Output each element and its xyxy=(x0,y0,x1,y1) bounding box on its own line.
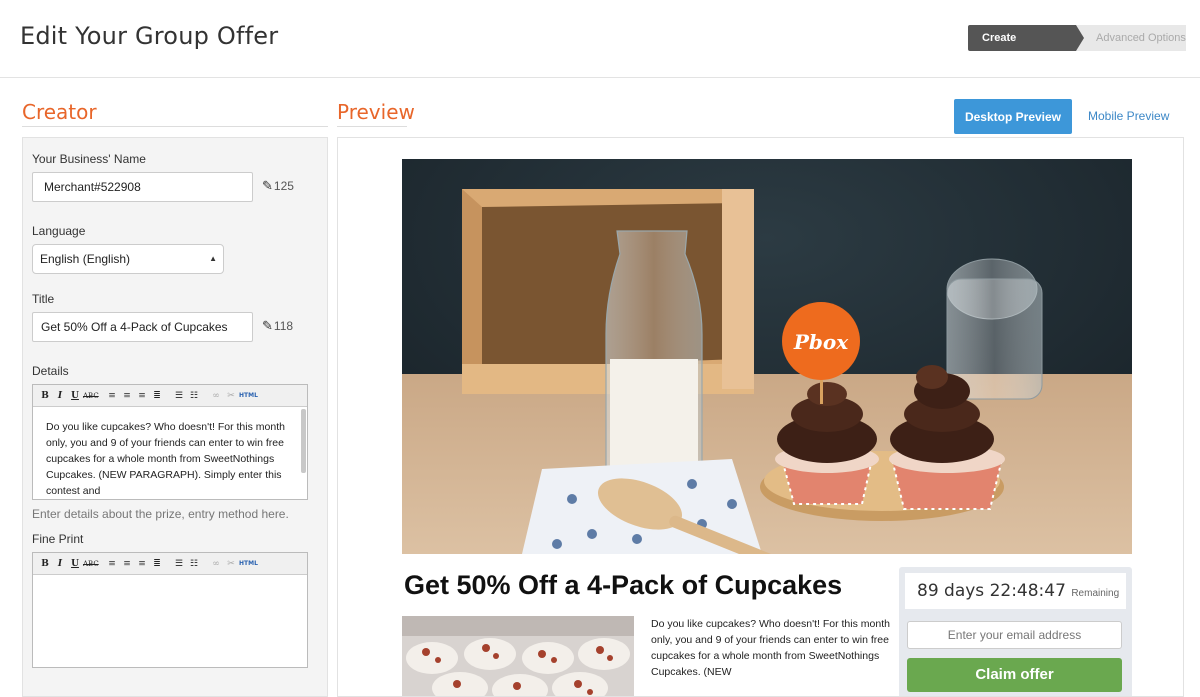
cupcakes-thumbnail-photo xyxy=(402,616,634,696)
numbered-list-icon[interactable]: ☷ xyxy=(187,556,201,572)
link-icon[interactable]: ∞ xyxy=(209,556,223,572)
claim-offer-button[interactable]: Claim offer xyxy=(907,658,1122,692)
fine-print-text[interactable] xyxy=(33,575,307,587)
creator-heading: Creator xyxy=(22,100,97,124)
bold-icon[interactable]: B xyxy=(38,556,52,572)
creator-divider xyxy=(22,126,328,127)
step-create-campaign[interactable]: Create Campaign xyxy=(968,25,1084,70)
toolbar-separator xyxy=(98,388,104,404)
underline-icon[interactable]: U xyxy=(68,556,82,572)
details-hint: Enter details about the prize, entry met… xyxy=(32,507,289,521)
toolbar-separator xyxy=(165,388,171,404)
select-arrows-icon: ▲ xyxy=(209,254,217,263)
fine-print-label: Fine Print xyxy=(32,532,84,546)
strikethrough-icon[interactable]: ABC xyxy=(83,388,99,404)
unlink-icon[interactable]: ✂ xyxy=(224,388,238,404)
html-icon[interactable]: HTML xyxy=(239,556,258,572)
step-advanced-options[interactable]: Advanced Options xyxy=(1076,25,1186,51)
fine-print-editor[interactable]: B I U ABC ≡ ≡ ≡ ≣ ☰ ☷ ∞ ✂ HTML xyxy=(32,552,308,668)
cupcakes-photo: Pbox xyxy=(402,159,1132,554)
toolbar-separator xyxy=(165,556,171,572)
align-right-icon[interactable]: ≡ xyxy=(135,556,149,572)
wizard-steps: Create Campaign Advanced Options xyxy=(968,25,1186,70)
language-label: Language xyxy=(32,224,86,238)
details-scrollbar[interactable] xyxy=(301,409,306,473)
pbox-badge-text: Pbox xyxy=(793,330,849,354)
page-title: Edit Your Group Offer xyxy=(20,22,279,50)
strikethrough-icon[interactable]: ABC xyxy=(83,556,99,572)
toolbar-separator xyxy=(202,556,208,572)
business-name-input[interactable]: Merchant#522908 xyxy=(32,172,253,202)
hero-image: Pbox xyxy=(402,159,1132,554)
offer-description: Do you like cupcakes? Who doesn't! For t… xyxy=(651,618,890,678)
offer-title: Get 50% Off a 4-Pack of Cupcakes xyxy=(404,570,843,600)
align-center-icon[interactable]: ≡ xyxy=(120,388,134,404)
align-left-icon[interactable]: ≡ xyxy=(105,388,119,404)
timer-value: 89 days 22:48:47 xyxy=(917,581,1066,601)
link-icon[interactable]: ∞ xyxy=(209,388,223,404)
align-center-icon[interactable]: ≡ xyxy=(120,556,134,572)
details-toolbar: B I U ABC ≡ ≡ ≡ ≣ ☰ ☷ ∞ ✂ HTML xyxy=(33,385,307,407)
preview-divider xyxy=(337,126,407,127)
creator-panel: Your Business' Name Merchant#522908 ✎125… xyxy=(22,137,328,697)
timer-remaining-label: Remaining xyxy=(1071,588,1120,599)
business-name-counter: ✎125 xyxy=(262,178,294,193)
unlink-icon[interactable]: ✂ xyxy=(224,556,238,572)
language-select-value: English (English) xyxy=(40,252,131,266)
bullet-list-icon[interactable]: ☰ xyxy=(172,556,186,572)
business-name-label: Your Business' Name xyxy=(32,152,146,166)
language-select[interactable]: English (English) ▲ xyxy=(32,244,224,274)
numbered-list-icon[interactable]: ☷ xyxy=(187,388,201,404)
title-input[interactable]: Get 50% Off a 4-Pack of Cupcakes xyxy=(32,312,253,342)
offer-thumbnail xyxy=(402,616,634,696)
pencil-icon: ✎ xyxy=(262,178,273,193)
align-left-icon[interactable]: ≡ xyxy=(105,556,119,572)
toolbar-separator xyxy=(98,556,104,572)
title-counter: ✎118 xyxy=(262,318,294,333)
mobile-preview-link[interactable]: Mobile Preview xyxy=(1088,109,1169,123)
details-label: Details xyxy=(32,364,69,378)
justify-icon[interactable]: ≣ xyxy=(150,556,164,572)
details-text[interactable]: Do you like cupcakes? Who doesn't! For t… xyxy=(33,407,307,499)
toolbar-separator xyxy=(202,388,208,404)
details-editor[interactable]: B I U ABC ≡ ≡ ≡ ≣ ☰ ☷ ∞ ✂ HTML Do you li… xyxy=(32,384,308,500)
italic-icon[interactable]: I xyxy=(53,388,67,404)
pencil-icon: ✎ xyxy=(262,318,273,333)
title-label: Title xyxy=(32,292,55,306)
countdown-timer: 89 days 22:48:47 Remaining xyxy=(905,573,1126,609)
top-bar: Edit Your Group Offer Create Campaign Ad… xyxy=(0,0,1200,78)
italic-icon[interactable]: I xyxy=(53,556,67,572)
html-icon[interactable]: HTML xyxy=(239,388,258,404)
email-input[interactable]: Enter your email address xyxy=(907,621,1122,649)
fine-print-toolbar: B I U ABC ≡ ≡ ≡ ≣ ☰ ☷ ∞ ✂ HTML xyxy=(33,553,307,575)
claim-box: 89 days 22:48:47 Remaining Enter your em… xyxy=(899,567,1132,696)
bold-icon[interactable]: B xyxy=(38,388,52,404)
bullet-list-icon[interactable]: ☰ xyxy=(172,388,186,404)
desktop-preview-button[interactable]: Desktop Preview xyxy=(954,99,1072,134)
align-right-icon[interactable]: ≡ xyxy=(135,388,149,404)
preview-heading: Preview xyxy=(337,100,415,124)
underline-icon[interactable]: U xyxy=(68,388,82,404)
preview-panel: Pbox Get 50% Off a 4-Pack of Cupcakes Do… xyxy=(337,137,1184,697)
justify-icon[interactable]: ≣ xyxy=(150,388,164,404)
